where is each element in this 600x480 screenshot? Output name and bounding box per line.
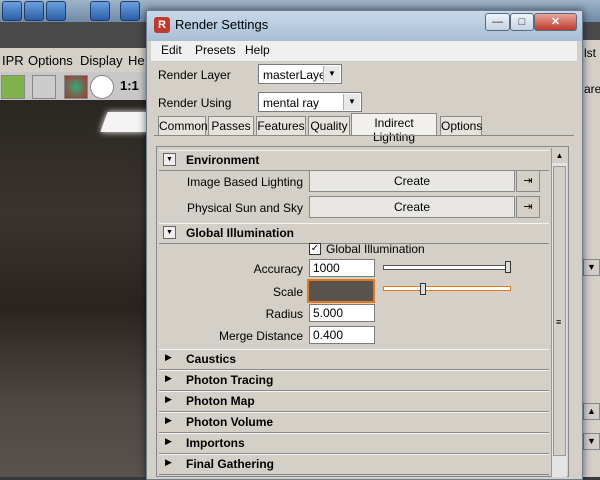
shelf-tool-icon[interactable] (24, 1, 44, 21)
close-button[interactable]: ✕ (534, 13, 577, 31)
section-title: Importons (186, 436, 245, 450)
collapse-arrow-icon[interactable]: ▼ (163, 153, 176, 166)
menu-help[interactable]: Help (245, 43, 270, 57)
panel-text: lst (584, 46, 596, 60)
physical-sun-sky-label: Physical Sun and Sky (186, 201, 303, 215)
global-illumination-checkbox[interactable]: ✓ (309, 243, 321, 255)
menu-ipr[interactable]: IPR (2, 53, 24, 68)
create-sun-sky-button[interactable]: Create (309, 196, 515, 218)
section-title: Environment (186, 153, 260, 167)
shelf-tool-icon[interactable] (2, 1, 22, 21)
scrollbar-thumb[interactable]: ≡ (553, 166, 566, 456)
window-title: Render Settings (175, 17, 269, 32)
tab-indirect-lighting[interactable]: Indirect Lighting (351, 113, 437, 144)
chevron-down-icon: ▼ (343, 94, 360, 110)
map-input-icon[interactable]: ⇥ (516, 196, 540, 218)
section-title: Photon Map (186, 394, 255, 408)
expand-arrow-icon[interactable]: ▶ (165, 394, 172, 405)
scale-color-swatch[interactable] (307, 279, 375, 303)
panel-text: are (584, 82, 600, 96)
radius-field[interactable]: 5.000 (309, 304, 375, 322)
map-input-icon[interactable]: ⇥ (516, 170, 540, 192)
menu-options[interactable]: Options (28, 53, 73, 68)
shelf-tool-icon[interactable] (120, 1, 140, 21)
dialog-menubar: Edit Presets Help (151, 41, 577, 62)
section-title: Caustics (186, 352, 237, 366)
global-illumination-checkbox-label: Global Illumination (326, 242, 425, 256)
radius-label: Radius (265, 307, 303, 321)
expand-arrow-icon[interactable]: ▶ (165, 436, 172, 447)
environment-section-header[interactable]: ▼ Environment (159, 150, 549, 171)
tab-quality[interactable]: Quality (308, 116, 350, 135)
render-viewport (0, 100, 154, 477)
render-using-select[interactable]: mental ray ▼ (258, 92, 362, 112)
caustics-section-header[interactable]: ▶ Caustics (159, 349, 549, 370)
scale-slider-handle[interactable] (419, 283, 426, 295)
photon-tracing-section-header[interactable]: ▶ Photon Tracing (159, 370, 549, 391)
render-using-value: mental ray (263, 96, 320, 110)
accuracy-slider-handle[interactable] (505, 261, 511, 273)
alpha-channel-icon[interactable] (90, 75, 114, 99)
photon-volume-section-header[interactable]: ▶ Photon Volume (159, 412, 549, 433)
tab-common[interactable]: Common (158, 116, 208, 135)
section-title: Final Gathering (186, 457, 275, 471)
shelf-tool-icon[interactable] (90, 1, 110, 21)
color-channel-icon[interactable] (64, 75, 88, 99)
title-bar[interactable]: R Render Settings — □ ✕ (147, 11, 582, 41)
ipr-icon[interactable] (1, 75, 25, 99)
scale-slider[interactable] (383, 286, 511, 291)
render-using-label: Render Using (158, 96, 232, 110)
settings-scrollbar[interactable]: ▲ ≡ (551, 148, 567, 477)
scroll-arrow[interactable]: ▲ (583, 403, 600, 420)
expand-arrow-icon[interactable]: ▶ (165, 352, 172, 363)
scale-label: Scale (272, 285, 303, 299)
accuracy-slider[interactable] (383, 265, 511, 270)
global-illumination-section-header[interactable]: ▼ Global Illumination (159, 223, 549, 244)
accuracy-field[interactable]: 1000 (309, 259, 375, 277)
minimize-button[interactable]: — (485, 13, 510, 31)
menu-edit[interactable]: Edit (161, 43, 182, 57)
section-title: Photon Tracing (186, 373, 274, 387)
tab-underline (154, 135, 574, 136)
render-layer-select[interactable]: masterLayer ▼ (258, 64, 342, 84)
shelf-tool-icon[interactable] (46, 1, 66, 21)
menu-help[interactable]: He (128, 53, 145, 68)
collapse-arrow-icon[interactable]: ▼ (163, 226, 176, 239)
section-title: Global Illumination (186, 226, 294, 240)
tab-passes[interactable]: Passes (208, 116, 254, 135)
scroll-down-arrow[interactable]: ▼ (583, 259, 600, 276)
grip-icon: ≡ (556, 317, 562, 327)
clapper-icon[interactable] (32, 75, 56, 99)
merge-distance-label: Merge Distance (218, 329, 303, 343)
merge-distance-field[interactable]: 0.400 (309, 326, 375, 344)
tab-features[interactable]: Features (256, 116, 306, 135)
menu-display[interactable]: Display (80, 53, 123, 68)
maya-app-icon: R (154, 17, 170, 33)
scroll-arrow[interactable]: ▼ (583, 433, 600, 450)
expand-arrow-icon[interactable]: ▶ (165, 373, 172, 384)
render-layer-label: Render Layer (158, 68, 231, 82)
render-layer-value: masterLayer (263, 68, 330, 82)
importons-section-header[interactable]: ▶ Importons (159, 433, 549, 454)
maximize-button[interactable]: □ (510, 13, 534, 31)
section-title: Photon Volume (186, 415, 274, 429)
menu-presets[interactable]: Presets (195, 43, 236, 57)
image-based-lighting-label: Image Based Lighting (186, 175, 303, 189)
tab-options[interactable]: Options (440, 116, 482, 135)
expand-arrow-icon[interactable]: ▶ (165, 415, 172, 426)
ratio-label[interactable]: 1:1 (120, 78, 139, 93)
final-gathering-section-header[interactable]: ▶ Final Gathering (159, 454, 549, 475)
photon-map-section-header[interactable]: ▶ Photon Map (159, 391, 549, 412)
render-view-toolbar: 1:1 (0, 72, 150, 101)
expand-arrow-icon[interactable]: ▶ (165, 457, 172, 468)
scroll-up-arrow[interactable]: ▲ (552, 148, 567, 163)
accuracy-label: Accuracy (253, 262, 303, 276)
chevron-down-icon: ▼ (323, 66, 340, 82)
create-ibl-button[interactable]: Create (309, 170, 515, 192)
